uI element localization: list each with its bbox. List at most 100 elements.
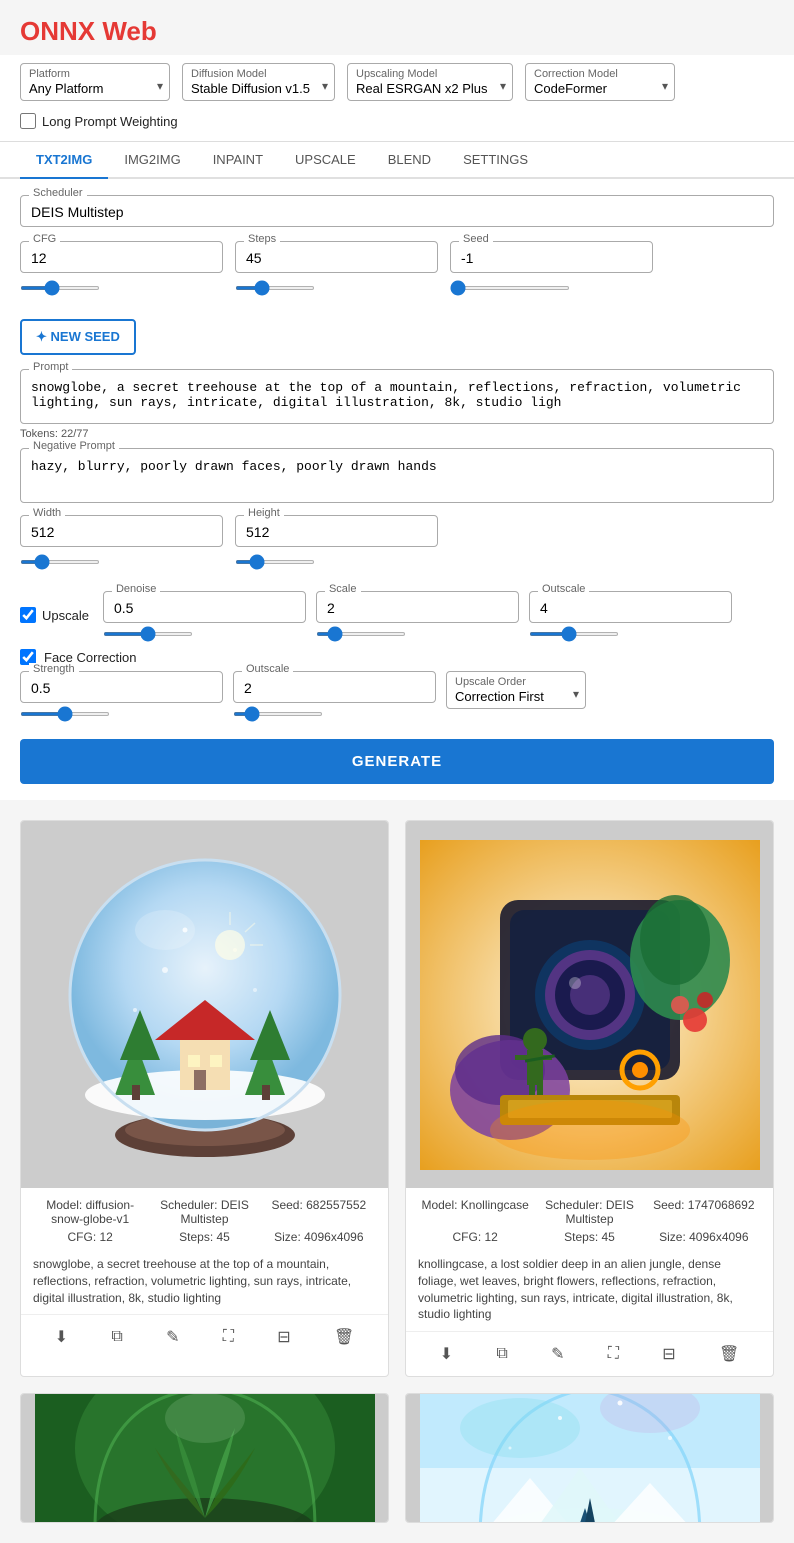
upscale-order-select[interactable]: Correction First Upscale First (455, 689, 577, 704)
scale-field[interactable]: Scale 2 (316, 591, 519, 623)
tab-blend[interactable]: BLEND (372, 142, 447, 179)
steps-field[interactable]: Steps 45 (235, 241, 438, 273)
platform-select[interactable]: Any Platform CPU GPU (29, 81, 161, 96)
denoise-slider[interactable] (103, 632, 193, 636)
steps-input[interactable]: 45 (246, 250, 427, 266)
sg-expand-btn[interactable]: ⛶ (215, 1323, 242, 1351)
knolling-card-info: Model: Knollingcase Scheduler: DEIS Mult… (406, 1188, 773, 1252)
scale-slider[interactable] (316, 632, 406, 636)
cfg-steps-seed-row: CFG 12 Steps 45 Seed -1 ✦ N (20, 241, 774, 355)
face-outscale-field[interactable]: Outscale 2 (233, 671, 436, 703)
scheduler-select[interactable]: DEIS Multistep DDIM DPM++ 2M Euler Euler… (31, 204, 763, 220)
tab-inpaint[interactable]: INPAINT (197, 142, 279, 179)
new-seed-button[interactable]: ✦ NEW SEED (20, 319, 136, 355)
platform-label: Platform (29, 68, 161, 80)
image-card-snow-globe: Model: diffusion-snow-globe-v1 Scheduler… (20, 820, 389, 1377)
outscale-upscale-slider[interactable] (529, 632, 619, 636)
kn-more-btn[interactable]: ⊟ (654, 1340, 683, 1368)
long-prompt-checkbox[interactable] (20, 113, 36, 129)
snow-globe-image (21, 821, 388, 1188)
knolling-image (406, 821, 773, 1188)
snow-globe-card-info: Model: diffusion-snow-globe-v1 Scheduler… (21, 1188, 388, 1252)
knolling-prompt: knollingcase, a lost soldier deep in an … (406, 1252, 773, 1331)
sg-copy-btn[interactable]: ⧉ (103, 1323, 130, 1351)
upscale-checkbox[interactable] (20, 607, 36, 623)
upscale-toggle[interactable]: Upscale (20, 607, 89, 623)
kn-expand-btn[interactable]: ⛶ (600, 1340, 627, 1368)
upscaling-model-dropdown[interactable]: Upscaling Model Real ESRGAN x2 Plus Real… (347, 63, 513, 101)
kn-copy-btn[interactable]: ⧉ (488, 1340, 515, 1368)
face-correction-section: Face Correction Strength 0.5 Outscale 2 … (20, 649, 774, 719)
negative-prompt-textarea[interactable]: hazy, blurry, poorly drawn faces, poorly… (21, 449, 773, 499)
strength-slider[interactable] (20, 712, 110, 716)
image-card-knolling: Model: Knollingcase Scheduler: DEIS Mult… (405, 820, 774, 1377)
correction-model-select[interactable]: CodeFormer GFPGAN (534, 81, 666, 96)
height-field[interactable]: Height 512 (235, 515, 438, 547)
upscale-fields: Denoise 0.5 Scale 2 Outscale 4 (103, 591, 732, 639)
upscale-order-dropdown[interactable]: Upscale Order Correction First Upscale F… (446, 671, 586, 709)
long-prompt-weighting-toggle[interactable]: Long Prompt Weighting (20, 113, 178, 129)
correction-model-label: Correction Model (534, 68, 666, 80)
upscaling-model-select[interactable]: Real ESRGAN x2 Plus Real ESRGAN x4 Plus (356, 81, 504, 96)
upscale-order-label: Upscale Order (455, 676, 577, 688)
app-title: ONNX Web (20, 16, 774, 47)
upscale-label: Upscale (42, 608, 89, 623)
main-content: Scheduler DEIS Multistep DDIM DPM++ 2M E… (0, 179, 794, 800)
width-label: Width (29, 507, 65, 519)
tab-upscale[interactable]: UPSCALE (279, 142, 372, 179)
seed-input[interactable]: -1 (461, 250, 642, 266)
sg-more-btn[interactable]: ⊟ (269, 1323, 298, 1351)
sg-scheduler: Scheduler: DEIS Multistep (147, 1198, 261, 1226)
kn-cfg: CFG: 12 (418, 1230, 532, 1244)
tab-img2img[interactable]: IMG2IMG (108, 142, 196, 179)
kn-model: Model: Knollingcase (418, 1198, 532, 1226)
strength-input[interactable]: 0.5 (31, 680, 212, 696)
negative-prompt-field[interactable]: Negative Prompt hazy, blurry, poorly dra… (20, 448, 774, 503)
cfg-input[interactable]: 12 (31, 250, 212, 266)
image-card-winter (405, 1393, 774, 1523)
kn-edit-btn[interactable]: ✎ (543, 1340, 572, 1368)
sg-steps: Steps: 45 (147, 1230, 261, 1244)
sg-download-btn[interactable]: ⬇ (47, 1323, 76, 1351)
platform-dropdown[interactable]: Platform Any Platform CPU GPU (20, 63, 170, 101)
sg-delete-btn[interactable]: 🗑 (326, 1323, 362, 1351)
sg-edit-btn[interactable]: ✎ (158, 1323, 187, 1351)
face-outscale-slider[interactable] (233, 712, 323, 716)
generate-button[interactable]: GENERATE (20, 739, 774, 784)
seed-slider[interactable] (450, 286, 570, 290)
face-outscale-input[interactable]: 2 (244, 680, 425, 696)
width-slider[interactable] (20, 560, 100, 564)
correction-model-dropdown[interactable]: Correction Model CodeFormer GFPGAN (525, 63, 675, 101)
scheduler-field[interactable]: Scheduler DEIS Multistep DDIM DPM++ 2M E… (20, 195, 774, 227)
outscale-field[interactable]: Outscale 4 (529, 591, 732, 623)
tab-txt2img[interactable]: TXT2IMG (20, 142, 108, 179)
prompt-textarea[interactable]: snowglobe, a secret treehouse at the top… (21, 370, 773, 420)
scale-input[interactable]: 2 (327, 600, 508, 616)
width-input[interactable]: 512 (31, 524, 212, 540)
denoise-field[interactable]: Denoise 0.5 (103, 591, 306, 623)
outscale-input[interactable]: 4 (540, 600, 721, 616)
long-prompt-label: Long Prompt Weighting (42, 114, 178, 129)
height-input[interactable]: 512 (246, 524, 427, 540)
strength-field[interactable]: Strength 0.5 (20, 671, 223, 703)
tab-settings[interactable]: SETTINGS (447, 142, 544, 179)
kn-delete-btn[interactable]: 🗑 (711, 1340, 747, 1368)
diffusion-model-select[interactable]: Stable Diffusion v1.5 Stable Diffusion v… (191, 81, 326, 96)
cfg-field[interactable]: CFG 12 (20, 241, 223, 273)
kn-download-btn[interactable]: ⬇ (432, 1340, 461, 1368)
cfg-slider[interactable] (20, 286, 100, 290)
steps-slider[interactable] (235, 286, 315, 290)
image-grid: Model: diffusion-snow-globe-v1 Scheduler… (0, 800, 794, 1543)
face-outscale-label: Outscale (242, 663, 293, 675)
denoise-input[interactable]: 0.5 (114, 600, 295, 616)
denoise-label: Denoise (112, 583, 160, 595)
diffusion-model-dropdown[interactable]: Diffusion Model Stable Diffusion v1.5 St… (182, 63, 335, 101)
kn-steps: Steps: 45 (532, 1230, 646, 1244)
width-field[interactable]: Width 512 (20, 515, 223, 547)
seed-field[interactable]: Seed -1 (450, 241, 653, 273)
strength-fields: Strength 0.5 Outscale 2 Upscale Order Co… (20, 671, 774, 719)
prompt-field[interactable]: Prompt snowglobe, a secret treehouse at … (20, 369, 774, 424)
seed-label: Seed (459, 233, 493, 245)
height-slider[interactable] (235, 560, 315, 564)
upscale-row: Upscale Denoise 0.5 Scale 2 Outscale (20, 591, 774, 639)
